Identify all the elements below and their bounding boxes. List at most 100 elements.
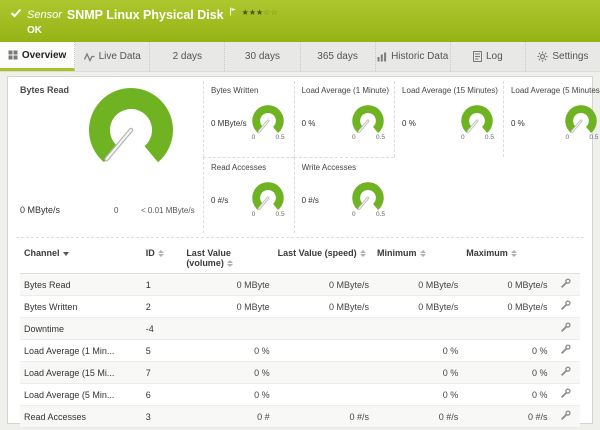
col-header-maximum[interactable]: Maximum <box>462 245 552 274</box>
page-title: SNMP Linux Physical Disk <box>66 8 224 22</box>
gauge-current-value: 0 MByte/s <box>211 118 247 128</box>
wrench-icon[interactable] <box>551 295 580 318</box>
volume-cell: 0 MByte <box>182 295 274 318</box>
small-gauge-load-average-1-minute: Load Average (1 Minute) 0 % 0 0.5 <box>293 81 394 157</box>
sort-arrows-icon <box>62 251 69 256</box>
section-divider <box>16 237 584 238</box>
tab-30-days[interactable]: 30 days <box>225 42 301 71</box>
gauge-dial <box>89 88 173 163</box>
table-row: Read Accesses 3 0 # 0 #/s 0 #/s 0 #/s <box>20 405 580 428</box>
gauge-scale-min: 0 <box>251 134 256 141</box>
gauge-scale-max: 0.5 <box>275 134 285 141</box>
maximum-cell: 0 % <box>462 361 552 384</box>
tab-label: Overview <box>21 49 67 61</box>
wrench-icon[interactable] <box>551 361 580 384</box>
maximum-cell <box>462 317 552 340</box>
gauge-label: Load Average (5 Minutes) <box>510 86 600 95</box>
speed-cell <box>273 339 374 362</box>
table-row: Bytes Written 2 0 MByte 0 MByte/s 0 MByt… <box>20 295 580 318</box>
main-gauge-bytes-read: Bytes Read 0 MByte/s 0 < 0.01 MByte/s <box>8 77 203 237</box>
gauge-current-value: 0 % <box>402 118 416 128</box>
status-badge: OK <box>27 25 42 36</box>
sort-arrows-icon <box>510 250 517 258</box>
channel-table: Channel ID Last Value (volume) Last Valu… <box>20 245 580 430</box>
volume-cell: 0 % <box>182 383 274 406</box>
gauge-current-value: 0 % <box>301 118 316 128</box>
col-header-minimum[interactable]: Minimum <box>373 245 463 274</box>
stars-filled: ★★★ <box>241 8 264 17</box>
tab-label: 2 days <box>172 51 203 62</box>
channel-cell: Bytes Read <box>20 273 142 296</box>
wrench-icon[interactable] <box>551 339 580 362</box>
tab-log[interactable]: Log <box>451 42 526 71</box>
col-header-channel[interactable]: Channel <box>20 245 142 274</box>
wrench-icon[interactable] <box>551 405 580 428</box>
minimum-cell: 0 % <box>373 383 463 406</box>
tab-overview[interactable]: Overview <box>0 42 76 71</box>
gear-icon <box>537 51 548 62</box>
speed-cell <box>273 317 374 340</box>
minimum-cell: 0 MByte/s <box>373 273 463 296</box>
priority-stars[interactable]: ★★★☆☆ <box>242 8 278 17</box>
speed-cell <box>273 383 374 406</box>
gauge-label: Read Accesses <box>211 163 267 172</box>
header-bar: Sensor SNMP Linux Physical Disk ★★★☆☆ OK <box>0 0 600 42</box>
gauge-scale-min: 0 <box>114 206 119 215</box>
tab-label: 30 days <box>244 51 280 62</box>
maximum-cell: 0 MByte/s <box>462 273 552 296</box>
tab-label: Settings <box>552 51 589 62</box>
col-header-id[interactable]: ID <box>141 245 183 274</box>
gauge-scale-max: 0.5 <box>484 134 494 141</box>
document-icon <box>472 51 482 62</box>
id-cell: 6 <box>141 383 183 406</box>
minimum-cell: 0 #/s <box>373 405 463 428</box>
sort-arrows-icon <box>226 260 233 268</box>
header-title-line: Sensor SNMP Linux Physical Disk ★★★☆☆ <box>0 0 600 24</box>
wrench-icon[interactable] <box>551 383 580 406</box>
stars-empty: ☆☆ <box>263 8 278 17</box>
tab-settings[interactable]: Settings <box>526 42 600 71</box>
volume-cell: 0 # <box>182 405 274 428</box>
small-gauge-load-average-5-minutes: Load Average (5 Minutes) 0 % 0 0.5 <box>502 81 600 157</box>
table-row: Bytes Read 1 0 MByte 0 MByte/s 0 MByte/s… <box>20 273 580 296</box>
tab-historic-data[interactable]: Historic Data <box>376 42 451 71</box>
flag-icon <box>229 3 237 21</box>
wrench-icon[interactable] <box>551 273 580 296</box>
id-cell: 7 <box>141 361 183 384</box>
table-header-row: Channel ID Last Value (volume) Last Valu… <box>20 245 580 274</box>
tab-2-days[interactable]: 2 days <box>150 42 226 71</box>
gauge-scale-max: 0.5 <box>275 211 285 218</box>
speed-cell <box>273 361 374 384</box>
tab-live-data[interactable]: Live Data <box>75 42 151 71</box>
minimum-cell: 0 % <box>373 361 463 384</box>
sort-arrows-icon <box>157 250 164 258</box>
gauge-label: Load Average (15 Minutes) <box>402 86 498 95</box>
id-cell: 1 <box>141 273 183 296</box>
gauge-current-value: 0 MByte/s <box>20 205 61 215</box>
table-row: Load Average (15 Mi... 7 0 % 0 % 0 % <box>20 361 580 384</box>
tab-label: Historic Data <box>391 51 449 62</box>
maximum-cell: 0 #/s <box>462 405 552 428</box>
channel-cell: Load Average (5 Min... <box>20 383 142 406</box>
gauge-scale-max: 0.5 <box>376 211 386 218</box>
small-gauges-grid: Bytes Written 0 MByte/s 0 0.5 Load Avera… <box>203 81 600 233</box>
col-header-last-value-speed[interactable]: Last Value (speed) <box>273 245 374 274</box>
sensor-page: Sensor SNMP Linux Physical Disk ★★★☆☆ OK… <box>0 0 600 430</box>
tab-365-days[interactable]: 365 days <box>301 42 376 71</box>
col-header-actions <box>551 245 580 274</box>
pulse-icon <box>83 51 95 62</box>
small-gauge-bytes-written: Bytes Written 0 MByte/s 0 0.5 <box>203 81 294 157</box>
speed-cell: 0 MByte/s <box>273 273 374 296</box>
maximum-cell: 0 MByte/s <box>462 295 552 318</box>
sort-arrows-icon <box>359 250 366 258</box>
wrench-icon[interactable] <box>551 317 580 340</box>
gauge-current-value: 0 #/s <box>211 195 229 205</box>
sensor-kind-label: Sensor <box>27 9 62 21</box>
gauge-current-value: 0 #/s <box>301 195 319 205</box>
id-cell: 3 <box>141 405 183 428</box>
gauge-scale-min: 0 <box>352 211 356 218</box>
channel-cell: Read Accesses <box>20 405 142 428</box>
col-header-last-value-volume[interactable]: Last Value (volume) <box>182 245 274 274</box>
id-cell: 2 <box>141 295 183 318</box>
gauge-label: Write Accesses <box>301 163 357 172</box>
